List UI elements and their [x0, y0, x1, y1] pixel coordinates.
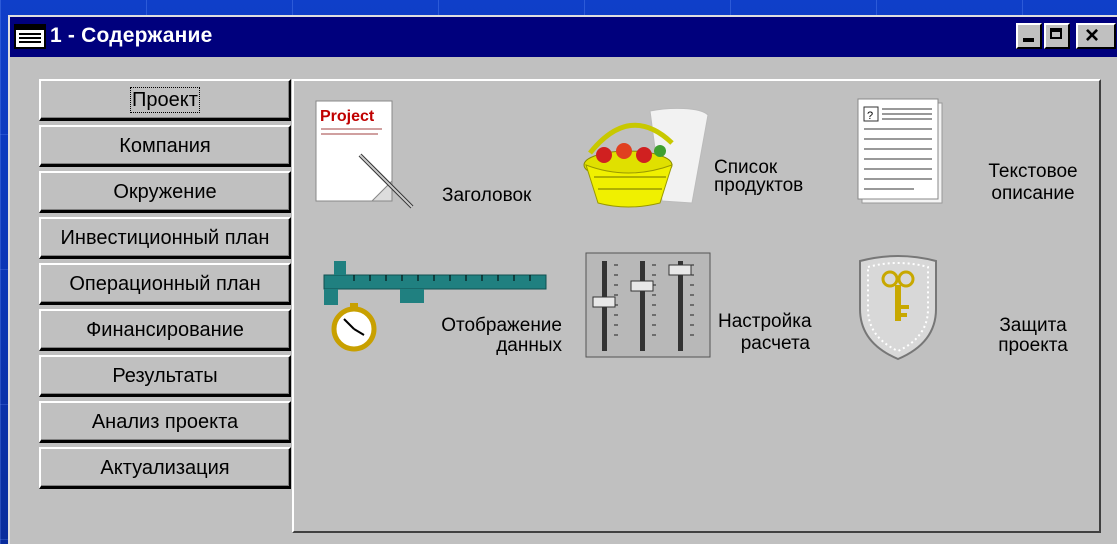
calculation-settings-item[interactable]: Настройка расчета — [584, 251, 824, 371]
product-list-item[interactable]: Список продуктов — [580, 93, 820, 223]
minimize-icon — [1023, 38, 1034, 42]
item-label: описание — [991, 183, 1075, 204]
icon-caption: ? — [867, 110, 873, 122]
sliders-icon — [585, 252, 711, 358]
shield-key-icon — [859, 255, 937, 361]
item-label: данных — [496, 335, 562, 356]
nav-label: Актуализация — [100, 457, 230, 479]
text-description-item[interactable]: ? Текстовое описание — [854, 97, 1094, 217]
item-label: Заголовок — [442, 185, 532, 206]
minimize-button[interactable] — [1016, 23, 1042, 49]
item-label: Текстовое — [988, 161, 1078, 182]
nav-operational-plan-button[interactable]: Операционный план — [39, 263, 291, 305]
maximize-icon — [1050, 28, 1062, 39]
nav-label: Проект — [130, 87, 200, 113]
icon-caption: Project — [320, 108, 375, 125]
nav-label: Финансирование — [86, 319, 244, 341]
close-icon: × — [1085, 22, 1100, 49]
nav-project-analysis-button[interactable]: Анализ проекта — [39, 401, 291, 443]
window-menu-icon[interactable] — [14, 24, 48, 50]
nav-label: Компания — [119, 135, 211, 157]
item-label: Отображение — [441, 315, 562, 336]
project-protection-item[interactable]: Защита проекта — [854, 253, 1094, 373]
maximize-button[interactable] — [1044, 23, 1070, 49]
project-page-icon: Project — [315, 100, 414, 209]
nav-financing-button[interactable]: Финансирование — [39, 309, 291, 351]
nav-label: Результаты — [112, 365, 218, 387]
title-page-item[interactable]: Project Заголовок — [314, 97, 554, 217]
nav-project-button[interactable]: Проект — [39, 79, 291, 121]
nav-investment-plan-button[interactable]: Инвестиционный план — [39, 217, 291, 259]
content-panel: Project Заголовок Список продуктов ? Тек… — [292, 79, 1101, 533]
nav-label: Инвестиционный план — [60, 227, 270, 249]
item-label: проекта — [998, 335, 1068, 356]
data-display-item[interactable]: Отображение данных — [314, 249, 564, 369]
nav-label: Операционный план — [69, 273, 261, 295]
nav-label: Анализ проекта — [91, 411, 239, 433]
item-label: продуктов — [714, 175, 804, 196]
nav-update-button[interactable]: Актуализация — [39, 447, 291, 489]
nav-results-button[interactable]: Результаты — [39, 355, 291, 397]
title-bar[interactable]: 1 - Содержание × — [10, 17, 1117, 57]
item-label: расчета — [740, 333, 810, 354]
contents-window: 1 - Содержание × Проект Компания Окружен… — [8, 15, 1117, 544]
item-label: Настройка — [718, 311, 812, 332]
item-label: Защита — [999, 315, 1067, 336]
nav-company-button[interactable]: Компания — [39, 125, 291, 167]
window-title: 1 - Содержание — [50, 24, 213, 47]
text-document-icon: ? — [857, 98, 943, 204]
nav-environment-button[interactable]: Окружение — [39, 171, 291, 213]
close-button[interactable]: × — [1076, 22, 1116, 49]
basket-icon — [583, 107, 709, 208]
nav-label: Окружение — [113, 181, 217, 203]
